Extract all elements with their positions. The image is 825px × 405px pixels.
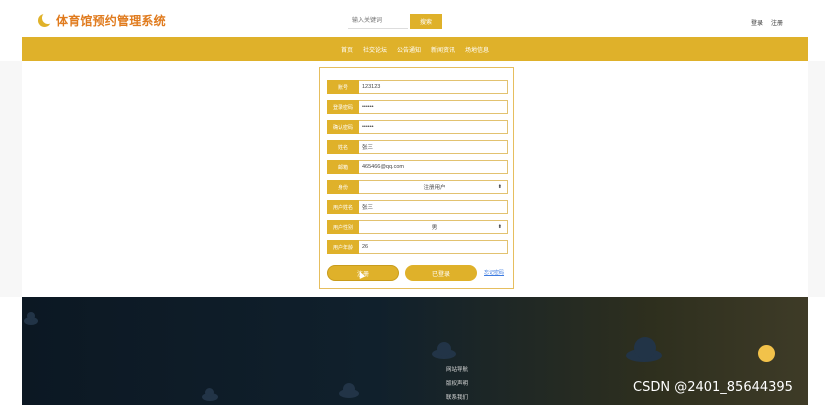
form-row-account: 账号 123123 <box>327 80 508 94</box>
form-row-confirm-password: 确认密码 •••••• <box>327 120 508 134</box>
search-button[interactable]: 搜索 <box>410 14 442 29</box>
form-row-email: 邮箱 465466@qq.com <box>327 160 508 174</box>
site-logo[interactable]: 体育馆预约管理系统 <box>38 11 166 29</box>
auth-links: 登录 注册 <box>751 18 783 27</box>
select-arrow-icon: ⬍ <box>497 224 502 230</box>
search-input[interactable] <box>348 14 408 29</box>
search-bar: 搜索 <box>348 14 442 29</box>
age-input[interactable]: 26 <box>359 240 508 254</box>
nav-item-forum[interactable]: 社交论坛 <box>363 45 387 54</box>
main-nav: 首页 社交论坛 公告通知 新闻资讯 场地信息 <box>22 37 808 61</box>
field-label: 用户年龄 <box>327 240 359 254</box>
register-form: 账号 123123 登录密码 •••••• 确认密码 •••••• 姓名 张三 … <box>319 67 514 289</box>
form-row-password: 登录密码 •••••• <box>327 100 508 114</box>
login-button[interactable]: 已登录 <box>405 265 477 281</box>
moon-icon <box>758 345 775 362</box>
left-margin <box>0 61 22 297</box>
role-select-value: 注册用户 <box>423 185 446 191</box>
field-label: 邮箱 <box>327 160 359 174</box>
password-input[interactable]: •••••• <box>359 100 508 114</box>
nav-item-venue[interactable]: 场地信息 <box>465 45 489 54</box>
form-row-age: 用户年龄 26 <box>327 240 508 254</box>
form-actions: 注册 已登录 忘记密码 <box>327 265 508 281</box>
nav-item-notice[interactable]: 公告通知 <box>397 45 421 54</box>
cloud-icon <box>626 337 662 362</box>
watermark: CSDN @2401_85644395 <box>633 380 793 395</box>
form-row-gender: 用户性别 男 ⬍ <box>327 220 508 234</box>
register-link[interactable]: 注册 <box>771 18 783 27</box>
login-link[interactable]: 登录 <box>751 18 763 27</box>
form-row-role: 身份 注册用户 ⬍ <box>327 180 508 194</box>
form-row-user-name: 用户姓名 张三 <box>327 200 508 214</box>
field-label: 登录密码 <box>327 100 359 114</box>
field-label: 身份 <box>327 180 359 194</box>
field-label: 用户姓名 <box>327 200 359 214</box>
cloud-icon <box>202 388 218 401</box>
moon-logo-icon <box>38 11 54 28</box>
field-label: 用户性别 <box>327 220 359 234</box>
forgot-password-link[interactable]: 忘记密码 <box>484 269 504 276</box>
footer-link-contact[interactable]: 联系我们 <box>446 393 468 401</box>
footer-links: 网站导航 版权声明 联系我们 <box>417 365 497 401</box>
cloud-icon <box>432 342 456 359</box>
footer-link-copyright[interactable]: 版权声明 <box>446 379 468 387</box>
confirm-password-input[interactable]: •••••• <box>359 120 508 134</box>
user-name-input[interactable]: 张三 <box>359 200 508 214</box>
field-label: 账号 <box>327 80 359 94</box>
cloud-icon <box>339 383 359 398</box>
account-input[interactable]: 123123 <box>359 80 508 94</box>
nav-item-news[interactable]: 新闻资讯 <box>431 45 455 54</box>
field-label: 姓名 <box>327 140 359 154</box>
select-arrow-icon: ⬍ <box>497 184 502 190</box>
email-input[interactable]: 465466@qq.com <box>359 160 508 174</box>
form-row-name: 姓名 张三 <box>327 140 508 154</box>
nav-item-home[interactable]: 首页 <box>341 45 353 54</box>
role-select[interactable]: 注册用户 ⬍ <box>359 180 508 194</box>
footer-link-sitemap[interactable]: 网站导航 <box>446 365 468 373</box>
name-input[interactable]: 张三 <box>359 140 508 154</box>
cloud-icon <box>24 312 38 325</box>
gender-select[interactable]: 男 ⬍ <box>359 220 508 234</box>
field-label: 确认密码 <box>327 120 359 134</box>
right-margin <box>808 61 825 297</box>
gender-select-value: 男 <box>431 225 438 231</box>
top-header: 体育馆预约管理系统 搜索 登录 注册 <box>0 0 825 37</box>
site-title: 体育馆预约管理系统 <box>56 14 166 28</box>
